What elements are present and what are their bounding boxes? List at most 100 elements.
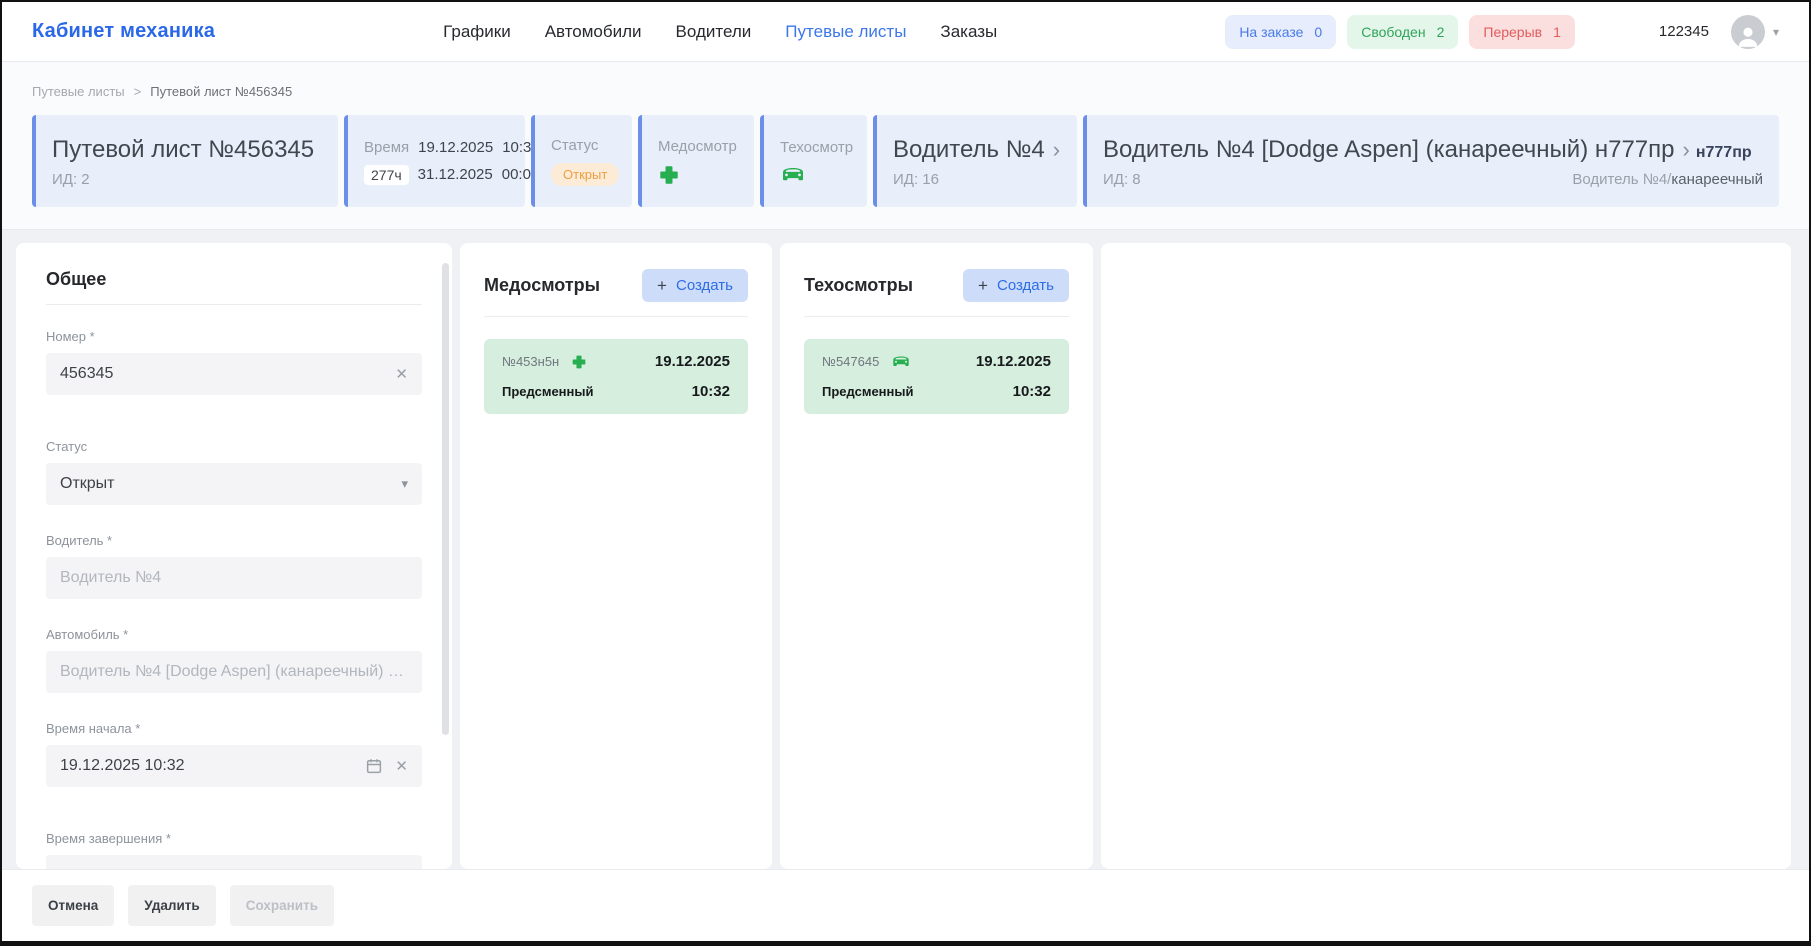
clear-icon[interactable]: ✕ xyxy=(383,867,408,869)
create-button-label: Создать xyxy=(997,277,1054,294)
number-field-group: Номер * ✕ xyxy=(46,329,422,395)
number-input[interactable] xyxy=(60,365,383,383)
number-label: Номер * xyxy=(46,329,422,344)
create-med-inspection-button[interactable]: + Создать xyxy=(642,269,748,302)
app-title: Кабинет механика xyxy=(32,20,215,43)
tech-inspection-card[interactable]: №547645 19.12.2025 Предсменный 10:32 xyxy=(804,339,1069,414)
nav-item-waybills[interactable]: Путевые листы xyxy=(785,22,906,42)
nav-item-orders[interactable]: Заказы xyxy=(940,22,997,42)
chevron-right-icon: › xyxy=(1053,137,1060,163)
status-select-value: Открыт xyxy=(60,475,401,493)
breadcrumb-parent[interactable]: Путевые листы xyxy=(32,84,125,99)
start-time-field: ✕ xyxy=(46,745,422,787)
nav-item-graphics[interactable]: Графики xyxy=(443,22,511,42)
header-cards-row: Путевой лист №456345 ИД: 2 Время 19.12.2… xyxy=(2,109,1809,229)
plus-icon: + xyxy=(657,279,667,293)
end-date: 31.12.2025 xyxy=(418,166,493,183)
clear-icon[interactable]: ✕ xyxy=(383,757,408,775)
status-select[interactable]: Открыт ▾ xyxy=(46,463,422,505)
main-nav: Графики Автомобили Водители Путевые лист… xyxy=(443,22,997,42)
med-inspections-panel: Медосмотры + Создать №453н5н 19.12.2025 xyxy=(460,243,772,869)
create-tech-inspection-button[interactable]: + Создать xyxy=(963,269,1069,302)
vehicle-plate: н777пр xyxy=(1696,144,1752,162)
start-time-label: Время начала * xyxy=(46,721,422,736)
vehicle-color: канареечный xyxy=(1671,171,1763,188)
topbar-right-group: На заказе 0 Свободен 2 Перерыв 1 122345 … xyxy=(1225,15,1779,49)
app-window: Кабинет механика Графики Автомобили Води… xyxy=(0,0,1811,946)
medical-cross-icon xyxy=(658,155,738,186)
calendar-icon[interactable] xyxy=(365,867,383,869)
badge-count: 2 xyxy=(1437,24,1445,40)
main-content: Общее Номер * ✕ Статус Открыт ▾ Водитель… xyxy=(2,230,1809,869)
tech-inspections-panel: Техосмотры + Создать №547645 19.12.2025 xyxy=(780,243,1093,869)
counter-badge-on-order[interactable]: На заказе 0 xyxy=(1225,15,1336,49)
breadcrumb-current: Путевой лист №456345 xyxy=(150,84,292,99)
user-avatar-icon xyxy=(1735,23,1761,49)
tech-inspection-date: 19.12.2025 xyxy=(976,353,1051,370)
action-footer: Отмена Удалить Сохранить xyxy=(2,869,1809,941)
med-exam-card: Медосмотр xyxy=(638,115,754,207)
divider xyxy=(46,304,422,305)
delete-button[interactable]: Удалить xyxy=(128,885,215,926)
tech-panel-title: Техосмотры xyxy=(804,275,913,296)
divider xyxy=(484,316,748,317)
driver-id: ИД: 16 xyxy=(893,171,1061,188)
counter-badge-free[interactable]: Свободен 2 xyxy=(1347,15,1458,49)
tech-exam-card: Техосмотр xyxy=(760,115,867,207)
page-header: Путевые листы > Путевой лист №456345 Пут… xyxy=(2,62,1809,230)
clear-icon[interactable]: ✕ xyxy=(383,365,408,383)
plus-icon: + xyxy=(978,279,988,293)
chevron-down-icon: ▾ xyxy=(401,476,408,492)
nav-item-drivers[interactable]: Водители xyxy=(676,22,752,42)
badge-count: 1 xyxy=(1553,24,1561,40)
start-time-input[interactable] xyxy=(60,757,357,775)
counter-badge-break[interactable]: Перерыв 1 xyxy=(1469,15,1575,49)
top-navigation-bar: Кабинет механика Графики Автомобили Води… xyxy=(2,2,1809,62)
status-card: Статус Открыт xyxy=(531,115,632,207)
driver-input xyxy=(60,569,408,587)
driver-name: Водитель №4 xyxy=(893,136,1045,164)
end-time-field: ✕ xyxy=(46,855,422,869)
med-inspection-card[interactable]: №453н5н 19.12.2025 Предсменный 10:32 xyxy=(484,339,748,414)
tech-exam-label: Техосмотр xyxy=(780,139,851,156)
status-label: Статус xyxy=(551,137,616,154)
vehicle-field-label: Автомобиль * xyxy=(46,627,422,642)
duration-chip: 277ч xyxy=(364,165,409,185)
car-icon xyxy=(780,156,851,184)
tech-inspection-time: 10:32 xyxy=(1013,383,1051,400)
create-button-label: Создать xyxy=(676,277,733,294)
driver-card[interactable]: Водитель №4 › ИД: 16 xyxy=(873,115,1077,207)
waybill-title: Путевой лист №456345 xyxy=(52,136,322,164)
car-icon xyxy=(891,354,911,369)
end-time-field-group: Время завершения * ✕ xyxy=(46,831,422,869)
vehicle-title: Водитель №4 [Dodge Aspen] (канареечный) … xyxy=(1103,136,1675,164)
nav-item-vehicles[interactable]: Автомобили xyxy=(545,22,642,42)
cancel-button[interactable]: Отмена xyxy=(32,885,114,926)
calendar-icon[interactable] xyxy=(365,757,383,775)
tech-inspection-number: №547645 xyxy=(822,354,879,369)
vehicle-input xyxy=(60,663,408,681)
start-date: 19.12.2025 xyxy=(418,139,493,156)
chevron-down-icon[interactable]: ▾ xyxy=(1773,25,1779,39)
status-field-label: Статус xyxy=(46,439,422,454)
breadcrumb: Путевые листы > Путевой лист №456345 xyxy=(2,62,1809,109)
start-time-field-group: Время начала * ✕ xyxy=(46,721,422,787)
waybill-summary-card: Путевой лист №456345 ИД: 2 xyxy=(32,115,338,207)
status-field-group: Статус Открыт ▾ xyxy=(46,439,422,505)
med-panel-title: Медосмотры xyxy=(484,275,600,296)
driver-field xyxy=(46,557,422,599)
save-button[interactable]: Сохранить xyxy=(230,885,334,926)
divider xyxy=(804,316,1069,317)
chevron-right-icon: › xyxy=(1683,137,1690,163)
end-time-input[interactable] xyxy=(60,867,357,869)
status-badge: Открыт xyxy=(551,163,619,186)
vehicle-card[interactable]: Водитель №4 [Dodge Aspen] (канареечный) … xyxy=(1083,115,1779,207)
time-card: Время 19.12.2025 10:32 277ч 31.12.2025 0… xyxy=(344,115,525,207)
driver-field-label: Водитель * xyxy=(46,533,422,548)
med-exam-label: Медосмотр xyxy=(658,138,738,155)
avatar[interactable] xyxy=(1731,15,1765,49)
vehicle-field xyxy=(46,651,422,693)
general-form-panel: Общее Номер * ✕ Статус Открыт ▾ Водитель… xyxy=(16,243,452,869)
badge-label: Перерыв xyxy=(1483,24,1542,40)
scrollbar[interactable] xyxy=(442,263,449,735)
